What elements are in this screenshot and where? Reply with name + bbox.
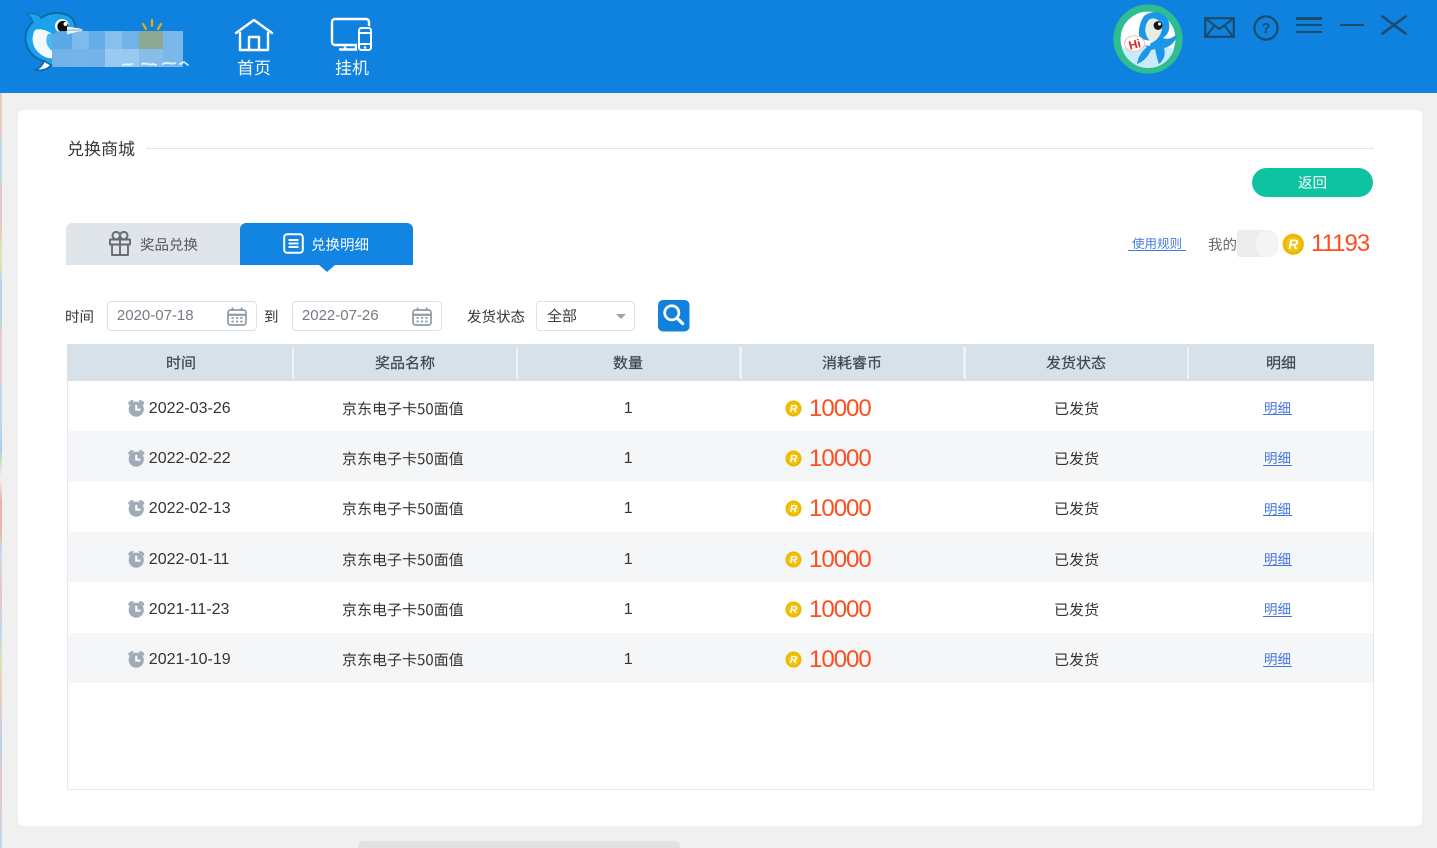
svg-text:R: R (790, 655, 798, 666)
svg-text:R: R (790, 504, 798, 515)
svg-text:R: R (790, 555, 798, 566)
svg-text:R: R (790, 454, 798, 465)
svg-text:R: R (790, 404, 798, 415)
svg-text:R: R (790, 605, 798, 616)
svg-text:?: ? (1261, 20, 1270, 37)
svg-text:R: R (1288, 237, 1298, 252)
